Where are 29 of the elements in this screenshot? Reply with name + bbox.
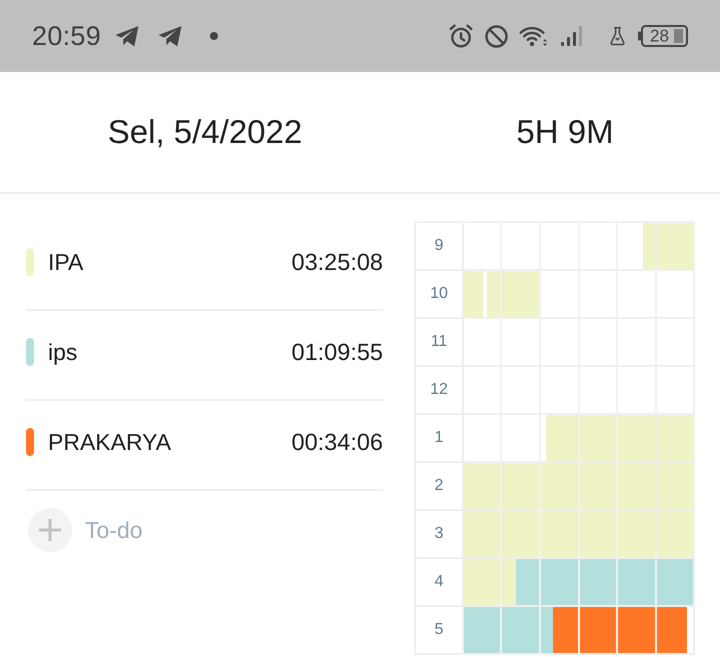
dot-icon [210, 32, 218, 40]
battery-icon [638, 25, 688, 47]
signal-icon [560, 25, 584, 47]
task-name: IPA [48, 248, 84, 276]
hour-label: 9 [416, 223, 462, 269]
hour-label: 3 [416, 511, 462, 557]
paper-plane-icon [113, 24, 142, 48]
add-button[interactable] [28, 508, 72, 552]
hour-label: 12 [416, 367, 462, 413]
status-time: 20:59 [32, 20, 102, 52]
task-name: ips [48, 338, 78, 366]
battery-percent: 28 [650, 28, 669, 44]
hour-label: 4 [416, 559, 462, 605]
wifi-icon [519, 25, 548, 47]
task-duration: 03:25:08 [292, 248, 383, 276]
hour-label: 2 [416, 463, 462, 509]
alarm-clock-icon [448, 23, 474, 49]
hour-label: 5 [416, 607, 462, 653]
task-name: PRAKARYA [48, 428, 172, 456]
do-not-disturb-icon [484, 24, 509, 48]
task-duration: 01:09:55 [292, 338, 383, 366]
hour-label: 10 [416, 271, 462, 317]
total-time: 5H 9M [516, 113, 614, 151]
hour-label: 11 [416, 319, 462, 365]
task-duration: 00:34:06 [292, 428, 383, 456]
date-label[interactable]: Sel, 5/4/2022 [108, 113, 302, 151]
hour-label: 1 [416, 415, 462, 461]
flask-icon [610, 26, 625, 46]
plus-icon [38, 518, 62, 542]
